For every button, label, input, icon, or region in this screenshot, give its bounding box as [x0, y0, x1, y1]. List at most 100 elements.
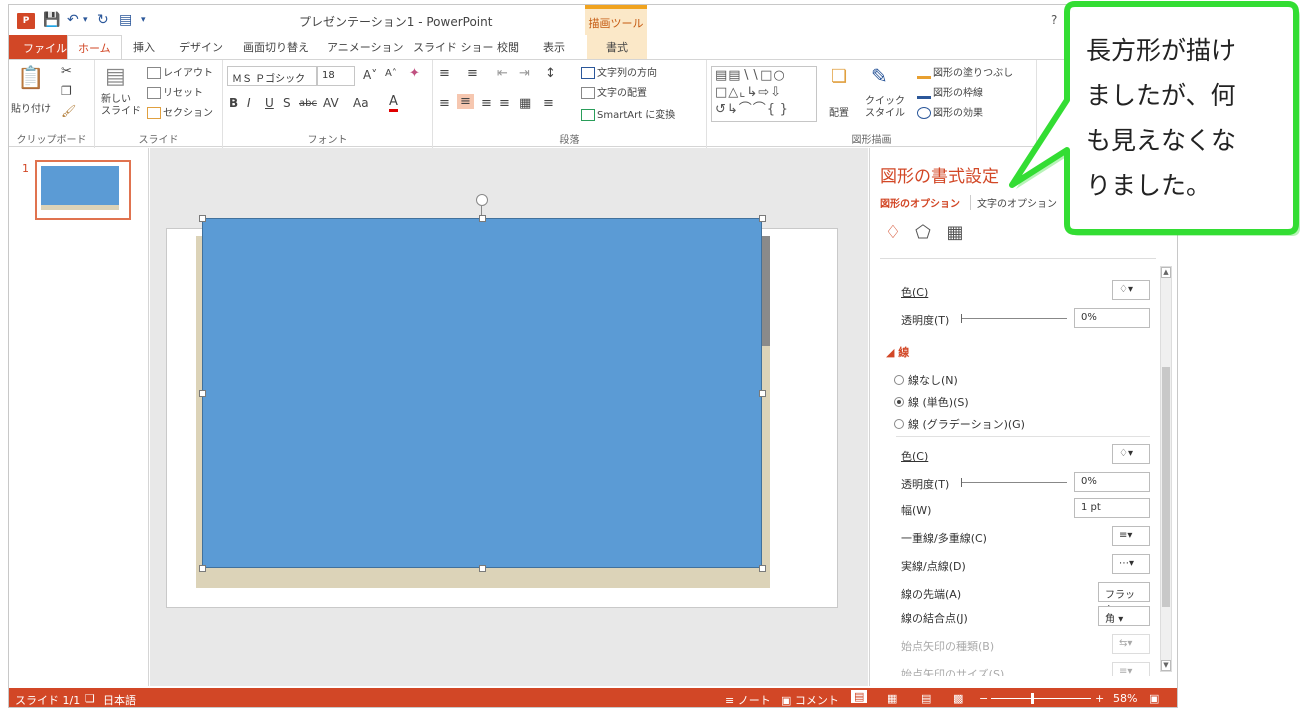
undo-dropdown-icon[interactable]: ▾: [83, 11, 88, 29]
align-left-icon[interactable]: ≡: [439, 96, 450, 111]
shape-effects-button[interactable]: 図形の効果: [917, 104, 983, 119]
new-slide-button[interactable]: 新しい スライド: [101, 94, 141, 118]
compound-type-picker[interactable]: ≡▾: [1112, 526, 1150, 546]
tab-review[interactable]: 校閲: [497, 39, 519, 55]
rectangle-shape[interactable]: [202, 218, 762, 568]
scroll-up-icon[interactable]: ▲: [1161, 267, 1171, 278]
begin-arrow-picker[interactable]: ⇆▾: [1112, 634, 1150, 654]
slide-sorter-icon[interactable]: ▦: [887, 692, 897, 705]
resize-handle-bottom-right[interactable]: [759, 565, 766, 572]
tab-slideshow[interactable]: スライド ショー: [413, 39, 494, 55]
strikethrough-icon[interactable]: abc: [299, 98, 317, 109]
shapes-gallery[interactable]: ▤▤∖∖□○ □△⌞↳⇨⇩ ↺↳⌒⌒{ }: [711, 66, 817, 122]
reset-button[interactable]: リセット: [147, 84, 203, 99]
grow-font-icon[interactable]: A˅: [363, 68, 377, 82]
font-size-combo[interactable]: 18: [317, 66, 355, 86]
line-gradient-option[interactable]: 線 (グラデーション)(G): [894, 416, 1025, 432]
font-color-icon[interactable]: A: [389, 94, 398, 112]
tab-animations[interactable]: アニメーション: [327, 39, 404, 55]
line-color-picker[interactable]: ♢▾: [1112, 444, 1150, 464]
zoom-in-icon[interactable]: +: [1095, 692, 1104, 705]
line-none-radio[interactable]: [894, 375, 904, 385]
size-properties-icon[interactable]: ▦: [944, 222, 966, 243]
fill-line-icon[interactable]: ♢: [882, 222, 904, 243]
arrange-button[interactable]: 配置: [829, 104, 849, 119]
effects-pentagon-icon[interactable]: ⬠: [912, 222, 934, 243]
resize-handle-left[interactable]: [199, 390, 206, 397]
align-center-icon[interactable]: ≡: [457, 94, 474, 109]
rotate-handle[interactable]: [476, 194, 488, 206]
resize-handle-bottom[interactable]: [479, 565, 486, 572]
scroll-down-icon[interactable]: ▼: [1161, 660, 1171, 671]
cut-icon[interactable]: ✂: [61, 64, 72, 79]
reading-view-icon[interactable]: ▤: [921, 692, 931, 705]
line-spacing-icon[interactable]: ↕: [545, 66, 556, 81]
paste-button[interactable]: 貼り付け: [11, 100, 51, 115]
line-gradient-radio[interactable]: [894, 419, 904, 429]
line-transparency-input[interactable]: 0%: [1074, 472, 1150, 492]
tab-transitions[interactable]: 画面切り替え: [243, 39, 309, 55]
text-direction-button[interactable]: 文字列の方向: [581, 64, 657, 79]
copy-icon[interactable]: ❐: [61, 84, 72, 98]
line-section-header[interactable]: ◢ 線: [886, 344, 909, 360]
layout-button[interactable]: レイアウト: [147, 64, 213, 79]
scroll-thumb[interactable]: [1162, 367, 1170, 607]
notes-button[interactable]: ≡ ノート: [725, 692, 771, 707]
save-icon[interactable]: 💾: [43, 11, 60, 29]
tab-format[interactable]: 書式: [587, 35, 647, 59]
cap-type-dropdown[interactable]: フラット ▾: [1098, 582, 1150, 616]
tab-shape-options[interactable]: 図形のオプション: [880, 195, 960, 210]
section-button[interactable]: セクション: [147, 104, 213, 119]
format-painter-icon[interactable]: 🖌: [61, 104, 76, 118]
bold-icon[interactable]: B: [229, 96, 238, 110]
columns-icon[interactable]: ▦: [519, 96, 531, 111]
character-spacing-icon[interactable]: AV: [323, 96, 339, 110]
zoom-slider-thumb[interactable]: [1031, 693, 1034, 704]
pane-scrollbar[interactable]: ▲ ▼: [1160, 266, 1172, 672]
align-right-icon[interactable]: ≡: [481, 96, 492, 111]
fit-to-window-icon[interactable]: ▣: [1149, 692, 1159, 705]
resize-handle-top-left[interactable]: [199, 215, 206, 222]
new-slide-icon[interactable]: ▤: [105, 64, 126, 89]
tab-home[interactable]: ホーム: [67, 35, 122, 59]
line-none-option[interactable]: 線なし(N): [894, 372, 958, 388]
quick-styles-button[interactable]: クイック スタイル: [865, 96, 905, 120]
zoom-out-icon[interactable]: −: [979, 692, 988, 705]
slideshow-view-icon[interactable]: ▩: [953, 692, 963, 705]
customize-toolbar-icon[interactable]: ▾: [141, 11, 146, 29]
slideshow-start-icon[interactable]: ▤: [119, 11, 132, 29]
clear-formatting-icon[interactable]: ✦: [409, 66, 420, 81]
font-name-combo[interactable]: ＭＳ Ｐゴシック: [227, 66, 317, 86]
zoom-slider[interactable]: [991, 698, 1091, 699]
paste-icon[interactable]: 📋: [17, 66, 44, 91]
dash-type-picker[interactable]: ⋯▾: [1112, 554, 1150, 574]
tab-insert[interactable]: 挿入: [133, 39, 155, 55]
normal-view-icon[interactable]: ▤: [851, 690, 868, 703]
resize-handle-right[interactable]: [759, 390, 766, 397]
resize-handle-bottom-left[interactable]: [199, 565, 206, 572]
shape-outline-button[interactable]: 図形の枠線: [917, 84, 983, 99]
align-text-button[interactable]: 文字の配置: [581, 84, 647, 99]
comments-button[interactable]: ▣ コメント: [781, 692, 839, 707]
line-solid-radio[interactable]: [894, 397, 904, 407]
italic-icon[interactable]: I: [247, 96, 251, 110]
tab-file[interactable]: ファイル: [9, 35, 67, 59]
line-solid-option[interactable]: 線 (単色)(S): [894, 394, 969, 410]
line-transparency-slider[interactable]: [961, 478, 1067, 487]
tab-view[interactable]: 表示: [543, 39, 565, 55]
fill-color-picker[interactable]: ♢▾: [1112, 280, 1150, 300]
undo-icon[interactable]: ↶: [67, 11, 79, 29]
decrease-indent-icon[interactable]: ⇤: [497, 66, 508, 81]
shadow-icon[interactable]: S: [283, 96, 291, 110]
fill-transparency-input[interactable]: 0%: [1074, 308, 1150, 328]
shrink-font-icon[interactable]: A˄: [385, 68, 397, 79]
smartart-button[interactable]: SmartArt に変換: [581, 106, 675, 121]
begin-arrow-size-picker[interactable]: ≡▾: [1112, 662, 1150, 676]
increase-indent-icon[interactable]: ⇥: [519, 66, 530, 81]
text-align-icon[interactable]: ≡: [543, 96, 554, 111]
join-type-dropdown[interactable]: 角 ▾: [1098, 606, 1150, 626]
fill-transparency-slider[interactable]: [961, 314, 1067, 323]
resize-handle-top-right[interactable]: [759, 215, 766, 222]
justify-icon[interactable]: ≡: [499, 96, 510, 111]
underline-icon[interactable]: U: [265, 96, 274, 110]
